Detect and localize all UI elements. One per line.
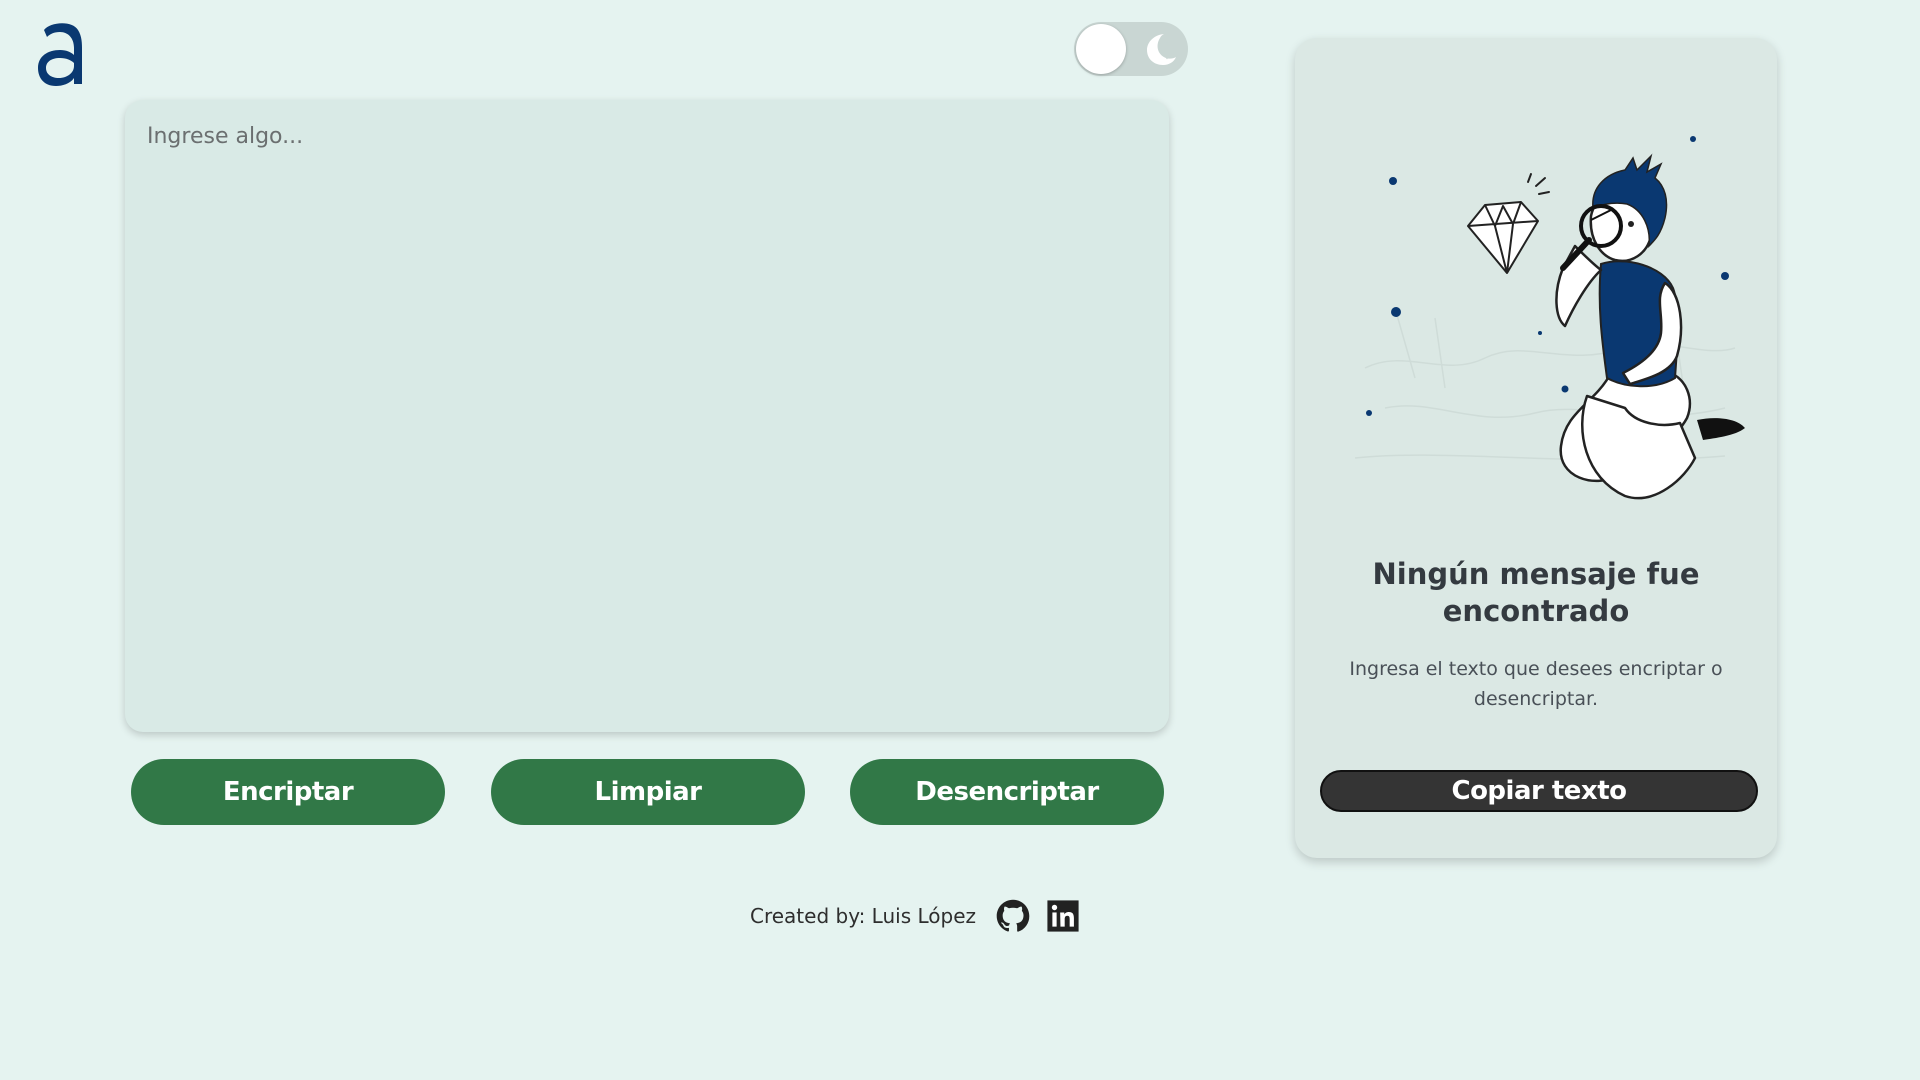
result-description: Ingresa el texto que desees encriptar o … [1349, 658, 1723, 710]
result-panel: Ningún mensaje fue encontrado Ingresa el… [1295, 38, 1777, 858]
result-title: Ningún mensaje fue encontrado [1372, 557, 1700, 628]
clear-button[interactable]: Limpiar [491, 759, 805, 825]
message-textarea[interactable] [125, 100, 1169, 732]
footer-credit: Created by: Luis López [750, 904, 977, 928]
linkedin-icon[interactable] [1046, 899, 1080, 933]
page: Encriptar Limpiar Desencriptar Created b… [0, 0, 1920, 1080]
github-icon[interactable] [996, 899, 1030, 933]
alura-a-logo-icon[interactable] [36, 20, 88, 86]
copy-text-button[interactable]: Copiar texto [1320, 770, 1758, 812]
person-with-magnifier-illustration [1354, 136, 1745, 500]
theme-toggle[interactable] [1074, 22, 1188, 76]
moon-icon [1147, 34, 1176, 65]
footer: Created by: Luis López [750, 896, 1080, 936]
encrypt-button[interactable]: Encriptar [131, 759, 445, 825]
decrypt-button[interactable]: Desencriptar [850, 759, 1164, 825]
message-input-card [125, 100, 1169, 732]
toggle-knob[interactable] [1076, 24, 1126, 74]
